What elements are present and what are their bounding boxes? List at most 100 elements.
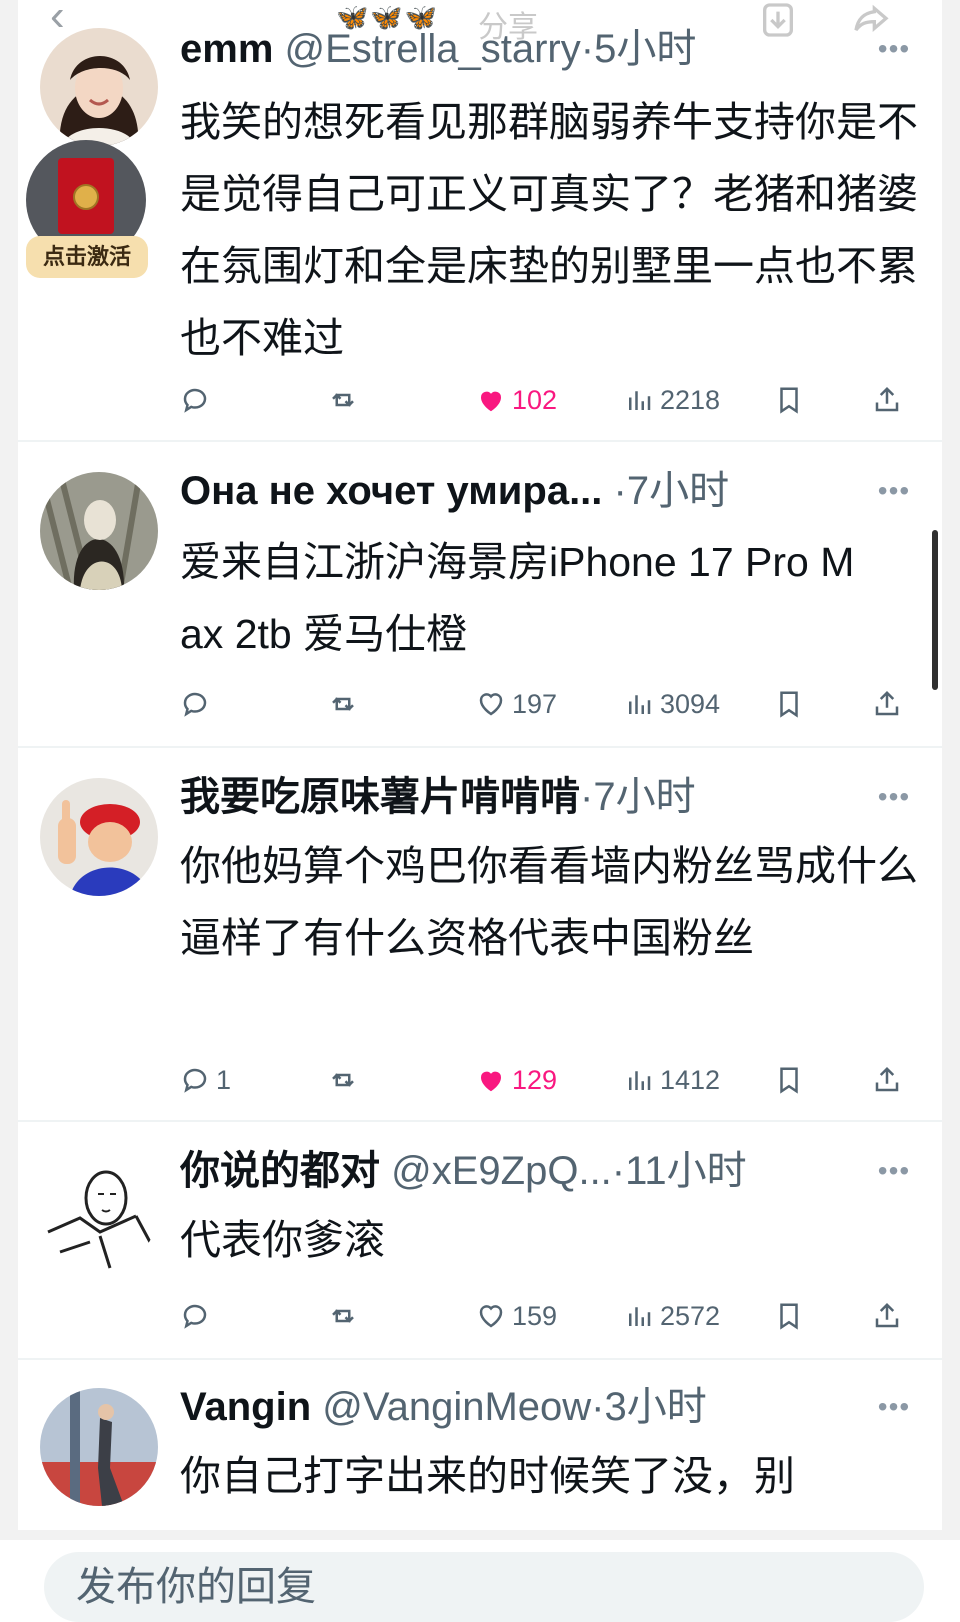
more-options-icon[interactable]: ••• (874, 782, 914, 822)
like-count: 197 (512, 688, 558, 719)
share-button[interactable] (872, 378, 902, 422)
view-count: 1412 (660, 1064, 721, 1095)
activate-label[interactable]: 点击激活 (26, 236, 148, 278)
tweet-item[interactable]: Vangin @VanginMeow·3小时 ••• 你自己打字出来的时候笑了没… (18, 1360, 942, 1530)
forward-share-icon[interactable] (850, 0, 890, 40)
views-chart-icon (629, 695, 651, 714)
action-bar: 159 2572 (180, 1294, 920, 1338)
action-bar: 102 2218 (180, 378, 920, 422)
timestamp[interactable]: ·3小时 (591, 1385, 707, 1429)
reply-button[interactable]: 1 (180, 1058, 231, 1102)
avatar[interactable] (40, 1388, 158, 1506)
like-button[interactable]: 159 (476, 1294, 557, 1338)
reply-icon (183, 692, 207, 717)
view-count: 2572 (660, 1300, 721, 1331)
scrollbar-thumb[interactable] (932, 530, 938, 690)
views-button[interactable]: 2218 (624, 378, 720, 422)
bookmark-button[interactable] (774, 1058, 804, 1102)
avatar[interactable] (40, 472, 158, 590)
reply-button[interactable] (180, 682, 216, 726)
bookmark-icon (780, 1067, 798, 1094)
views-chart-icon (629, 391, 651, 410)
like-count: 159 (512, 1300, 558, 1331)
bookmark-icon (780, 1303, 798, 1330)
retweet-icon (332, 697, 354, 711)
tweet-text: 你自己打字出来的时候笑了没，别 (180, 1453, 795, 1499)
display-name[interactable]: 我要吃原味薯片啃啃啃 (180, 775, 580, 819)
tweet-item[interactable]: emm @Estrella_starry·5小时 ••• 我笑的想死看见那群脑弱… (18, 0, 942, 442)
tweet-header: Она не хочет умира... ·7小时 (180, 466, 902, 516)
reply-button[interactable] (180, 378, 216, 422)
reply-icon (183, 1068, 207, 1093)
retweet-button[interactable] (328, 1058, 358, 1102)
share-icon (875, 1066, 899, 1092)
views-button[interactable]: 2572 (624, 1294, 720, 1338)
share-label[interactable]: 分享 (478, 2, 538, 46)
display-name[interactable]: Она не хочет умира... (180, 469, 602, 513)
like-button[interactable]: 102 (476, 378, 557, 422)
bookmark-button[interactable] (774, 378, 804, 422)
bookmark-button[interactable] (774, 682, 804, 726)
user-handle[interactable]: @xE9ZpQ... (391, 1149, 612, 1193)
tweet-header: 你说的都对 @xE9ZpQ...·11小时 (180, 1146, 902, 1196)
share-icon (875, 1302, 899, 1328)
download-icon[interactable] (758, 0, 798, 40)
retweet-button[interactable] (328, 1294, 358, 1338)
like-button[interactable]: 197 (476, 682, 557, 726)
tweet-text: 代表你爹滚 (180, 1217, 385, 1263)
more-options-icon[interactable]: ••• (874, 1392, 914, 1432)
more-options-icon[interactable]: ••• (874, 1156, 914, 1196)
butterfly-decoration: 🦋🦋🦋 (336, 2, 440, 32)
share-button[interactable] (872, 1058, 902, 1102)
reply-icon (183, 388, 207, 413)
reply-button[interactable] (180, 1294, 216, 1338)
reply-input[interactable] (44, 1552, 924, 1622)
display-name[interactable]: Vangin (180, 1385, 311, 1429)
share-icon (875, 386, 899, 412)
tweet-text: 我笑的想死看见那群脑弱养牛支持你是不是觉得自己可正义可真实了？老猪和猪婆在氛围灯… (180, 99, 918, 361)
display-name[interactable]: 你说的都对 (180, 1149, 380, 1193)
views-button[interactable]: 3094 (624, 682, 720, 726)
timestamp[interactable]: ·7小时 (614, 469, 730, 513)
tweet-item[interactable]: Она не хочет умира... ·7小时 ••• 爱来自江浙沪海景房… (18, 442, 942, 748)
action-bar: 1 129 1412 (180, 1058, 920, 1102)
red-envelope-badge[interactable]: 点击激活 (26, 140, 148, 280)
heart-filled-icon (480, 1071, 502, 1092)
reply-icon (183, 1304, 207, 1329)
reply-feed[interactable]: emm @Estrella_starry·5小时 ••• 我笑的想死看见那群脑弱… (18, 0, 942, 1530)
views-chart-icon (629, 1307, 651, 1326)
timestamp[interactable]: ·7小时 (580, 775, 696, 819)
bookmark-button[interactable] (774, 1294, 804, 1338)
share-icon (875, 690, 899, 716)
views-chart-icon (629, 1071, 651, 1090)
tweet-header: 我要吃原味薯片啃啃啃·7小时 (180, 772, 902, 822)
tweet-text: 你他妈算个鸡巴你看看墙内粉丝骂成什么逼样了有什么资格代表中国粉丝 (180, 843, 918, 961)
coin-icon (73, 184, 99, 210)
share-button[interactable] (872, 682, 902, 726)
heart-filled-icon (480, 391, 502, 412)
user-handle[interactable]: @VanginMeow (322, 1385, 591, 1429)
bookmark-icon (780, 691, 798, 718)
back-chevron-icon[interactable]: ‹ (50, 0, 90, 38)
avatar[interactable] (40, 1152, 158, 1270)
reply-composer (0, 1540, 960, 1622)
retweet-button[interactable] (328, 378, 358, 422)
retweet-icon (332, 1309, 354, 1323)
avatar[interactable] (40, 778, 158, 896)
heart-outline-icon (479, 1305, 503, 1328)
like-button[interactable]: 129 (476, 1058, 557, 1102)
share-button[interactable] (872, 1294, 902, 1338)
view-count: 2218 (660, 384, 721, 415)
tweet-item[interactable]: 你说的都对 @xE9ZpQ...·11小时 ••• 代表你爹滚 159 2572 (18, 1122, 942, 1360)
more-options-icon[interactable]: ••• (874, 476, 914, 516)
like-count: 102 (512, 384, 558, 415)
views-button[interactable]: 1412 (624, 1058, 720, 1102)
reply-count: 1 (216, 1064, 232, 1095)
tweet-header: Vangin @VanginMeow·3小时 (180, 1382, 902, 1432)
bookmark-icon (780, 387, 798, 414)
retweet-button[interactable] (328, 682, 358, 726)
timestamp[interactable]: ·11小时 (612, 1149, 747, 1193)
tweet-item[interactable]: 我要吃原味薯片啃啃啃·7小时 ••• 你他妈算个鸡巴你看看墙内粉丝骂成什么逼样了… (18, 748, 942, 1122)
action-bar: 197 3094 (180, 682, 920, 726)
heart-outline-icon (479, 693, 503, 716)
